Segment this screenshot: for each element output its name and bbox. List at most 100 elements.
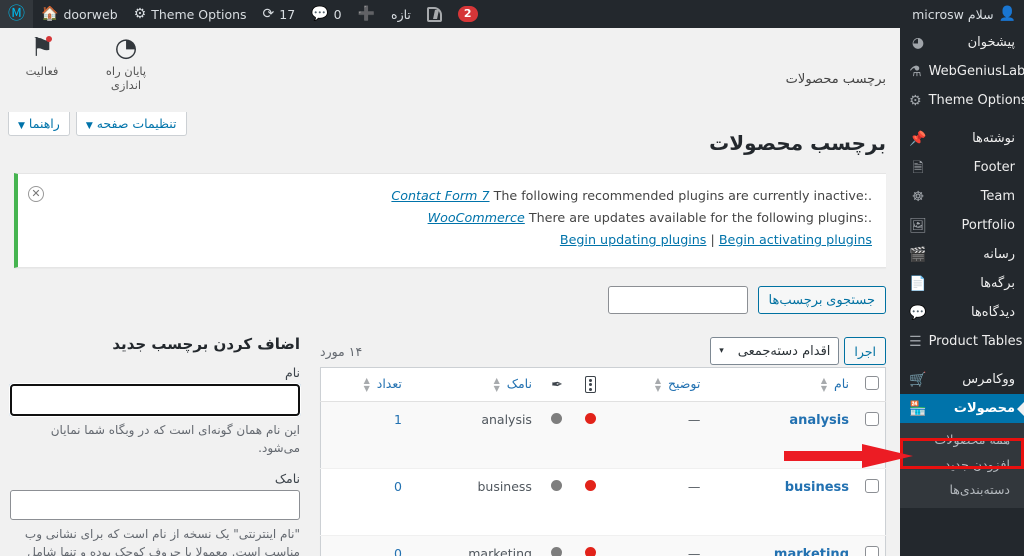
row-checkbox-cell[interactable] (857, 468, 886, 536)
column-header-select-all[interactable] (857, 367, 886, 402)
row-edit-cell (539, 401, 574, 469)
search-input[interactable] (607, 286, 748, 314)
setup-icon-activity[interactable]: ⚑ فعالیت (10, 32, 74, 92)
sidebar-item-posts[interactable]: 📌 نوشته‌ها (900, 124, 1024, 153)
flask-icon: ⚗ (909, 63, 922, 80)
tag-slug-input[interactable] (10, 490, 300, 520)
table-row[interactable]: marketing — marketing 0 (320, 535, 886, 556)
checkbox-icon[interactable] (865, 546, 879, 556)
admin-bar-updates[interactable]: 17 ⟳ (255, 0, 304, 28)
sidebar-item-products[interactable]: 🏪 محصولات (900, 394, 1024, 423)
list-icon: ☰ (909, 333, 922, 350)
checkbox-icon[interactable] (865, 412, 879, 426)
page-icon: 📄 (909, 275, 927, 292)
tag-name-link[interactable]: analysis (789, 413, 849, 428)
comment-icon: 💬 (311, 6, 329, 22)
woocommerce-icon: 🛒 (909, 371, 927, 388)
media-icon: 🎬 (909, 246, 927, 263)
search-tags-button[interactable]: جستجوی برچسب‌ها (757, 286, 886, 314)
notice-line-2-suffix: . (867, 210, 872, 225)
admin-bar-wp-logo[interactable]: Ⓜ (0, 0, 33, 28)
table-row[interactable]: business — business 0 (320, 468, 886, 536)
sidebar-item-label: دیدگاه‌ها (970, 305, 1015, 320)
admin-bar-yoast-seo[interactable] (419, 0, 450, 28)
begin-activating-plugins-link[interactable]: Begin activating plugins (719, 232, 872, 247)
tag-count-link[interactable]: 1 (394, 412, 402, 427)
row-edit-cell (539, 468, 574, 536)
progress-circle-icon: ◔ (114, 33, 138, 63)
sidebar-item-webgeniuslab[interactable]: ⚗ WebGeniusLab (900, 57, 1024, 86)
sort-arrows-icon: ▲ ▼ (493, 375, 500, 393)
sidebar-item-portfolio[interactable]: 🖼 Portfolio (900, 211, 1024, 240)
admin-bar-new-content[interactable]: تازه (383, 0, 419, 28)
tag-name-input[interactable] (9, 383, 301, 417)
slug-field-description: "نام اینترنتی" یک نسخه از نام است که برا… (24, 527, 300, 556)
tag-count-link[interactable]: 0 (394, 479, 402, 494)
screen-top-strip: ⚑ فعالیت ◔ پایان راه اندازی برچسب محصولا… (0, 28, 900, 136)
admin-bar-yoast-badge[interactable]: 2 (450, 0, 486, 28)
admin-bar-comments-count: 0 (333, 6, 342, 22)
avatar-icon: 👤 (998, 6, 1016, 22)
admin-bar-comments[interactable]: 0 💬 (303, 0, 349, 28)
row-slug-cell: business (409, 468, 540, 536)
sidebar-item-media[interactable]: 🎬 رسانه (900, 240, 1024, 269)
sidebar-item-team[interactable]: ☸ Team (900, 182, 1024, 211)
sidebar-subitem-categories[interactable]: دسته‌بندی‌ها (900, 477, 1024, 502)
checkbox-icon[interactable] (865, 479, 879, 493)
sidebar-item-comments[interactable]: 💬 دیدگاه‌ها (900, 298, 1024, 327)
woocommerce-link[interactable]: WooCommerce (428, 210, 525, 225)
row-status-cell (573, 401, 608, 469)
tab-help-label: راهنما (28, 116, 60, 131)
admin-bar: 👤 سلام microsw 2 تازه ➕ 0 💬 17 ⟳ Theme O… (0, 0, 1024, 28)
bulk-action-select[interactable]: اقدام دسته‌جمعی ▾ (710, 337, 840, 365)
sidebar-item-label: WebGeniusLab (928, 64, 1024, 79)
row-name-cell: business (708, 468, 857, 536)
sidebar-item-dashboard[interactable]: ◕ پیشخوان (900, 28, 1024, 57)
notice-line-1-suffix: . (867, 188, 872, 203)
sidebar-item-footer[interactable]: 🗎 Footer (900, 153, 1024, 182)
sidebar-subitem-add-new[interactable]: افزودن جدید (900, 452, 1024, 477)
column-header-description[interactable]: توضیح ▲ ▼ (607, 367, 709, 402)
wordpress-logo-icon: Ⓜ (8, 3, 25, 24)
tag-name-link[interactable]: marketing (774, 547, 849, 556)
row-slug-cell: analysis (409, 401, 540, 469)
tag-name-link[interactable]: business (785, 480, 849, 495)
sidebar-item-product-tables[interactable]: ☰ Product Tables (900, 327, 1024, 356)
notice-line-2-text: There are updates available for the foll… (528, 210, 868, 225)
admin-bar-theme-options[interactable]: Theme Options ⚙ (126, 0, 255, 28)
tab-screen-options[interactable]: تنظیمات صفحه ▼ (75, 112, 187, 136)
row-status-cell (573, 468, 608, 536)
column-header-slug[interactable]: نامک ▲ ▼ (409, 367, 540, 402)
close-icon[interactable]: ✕ (28, 186, 44, 202)
admin-sidebar-menu: ◕ پیشخوان ⚗ WebGeniusLab ⚙ Theme Options… (900, 28, 1024, 556)
red-arrow-annotation (784, 444, 913, 468)
sidebar-item-woocommerce[interactable]: 🛒 ووکامرس (900, 365, 1024, 394)
column-header-count[interactable]: تعداد ▲ ▼ (320, 367, 410, 402)
row-checkbox-cell[interactable] (857, 535, 886, 556)
admin-bar-add-new[interactable]: ➕ (350, 0, 383, 28)
notice-line-3: Begin updating plugins | Begin activatin… (56, 230, 872, 250)
sidebar-subitem-all-products[interactable]: همه محصولات (900, 427, 1024, 452)
chevron-down-icon: ▾ (719, 346, 724, 356)
name-field-description: این نام همان گونه‌ای است که در وبگاه شما… (50, 423, 300, 455)
tab-help[interactable]: راهنما ▼ (8, 112, 70, 136)
sidebar-item-label: Product Tables (928, 334, 1023, 349)
sidebar-item-theme-options[interactable]: ⚙ Theme Options (900, 86, 1024, 115)
sidebar-separator (900, 115, 1024, 124)
column-header-name[interactable]: نام ▲ ▼ (708, 367, 857, 402)
status-dot-gray-icon (551, 547, 563, 556)
contact-form-7-link[interactable]: Contact Form 7 (391, 188, 489, 203)
admin-bar-site-name[interactable]: doorweb 🏠 (33, 0, 126, 28)
apply-bulk-action-button[interactable]: اجرا (844, 337, 886, 365)
tag-count-link[interactable]: 0 (394, 546, 402, 556)
tab-screen-options-label: تنظیمات صفحه (96, 116, 177, 131)
admin-bar-user-greeting[interactable]: 👤 سلام microsw (904, 0, 1024, 28)
add-new-tag-form: اضاف کردن برچسب جدید نام این نام همان گو… (9, 335, 301, 556)
begin-updating-plugins-link[interactable]: Begin updating plugins (560, 232, 707, 247)
group-icon: ☸ (911, 188, 925, 205)
sidebar-item-label: Team (980, 189, 1015, 204)
sidebar-item-pages[interactable]: 📄 برگه‌ها (900, 269, 1024, 298)
sidebar-item-label: ووکامرس (962, 372, 1015, 387)
checkbox-icon[interactable] (865, 376, 879, 390)
setup-icon-finish-setup[interactable]: ◔ پایان راه اندازی (94, 32, 158, 92)
